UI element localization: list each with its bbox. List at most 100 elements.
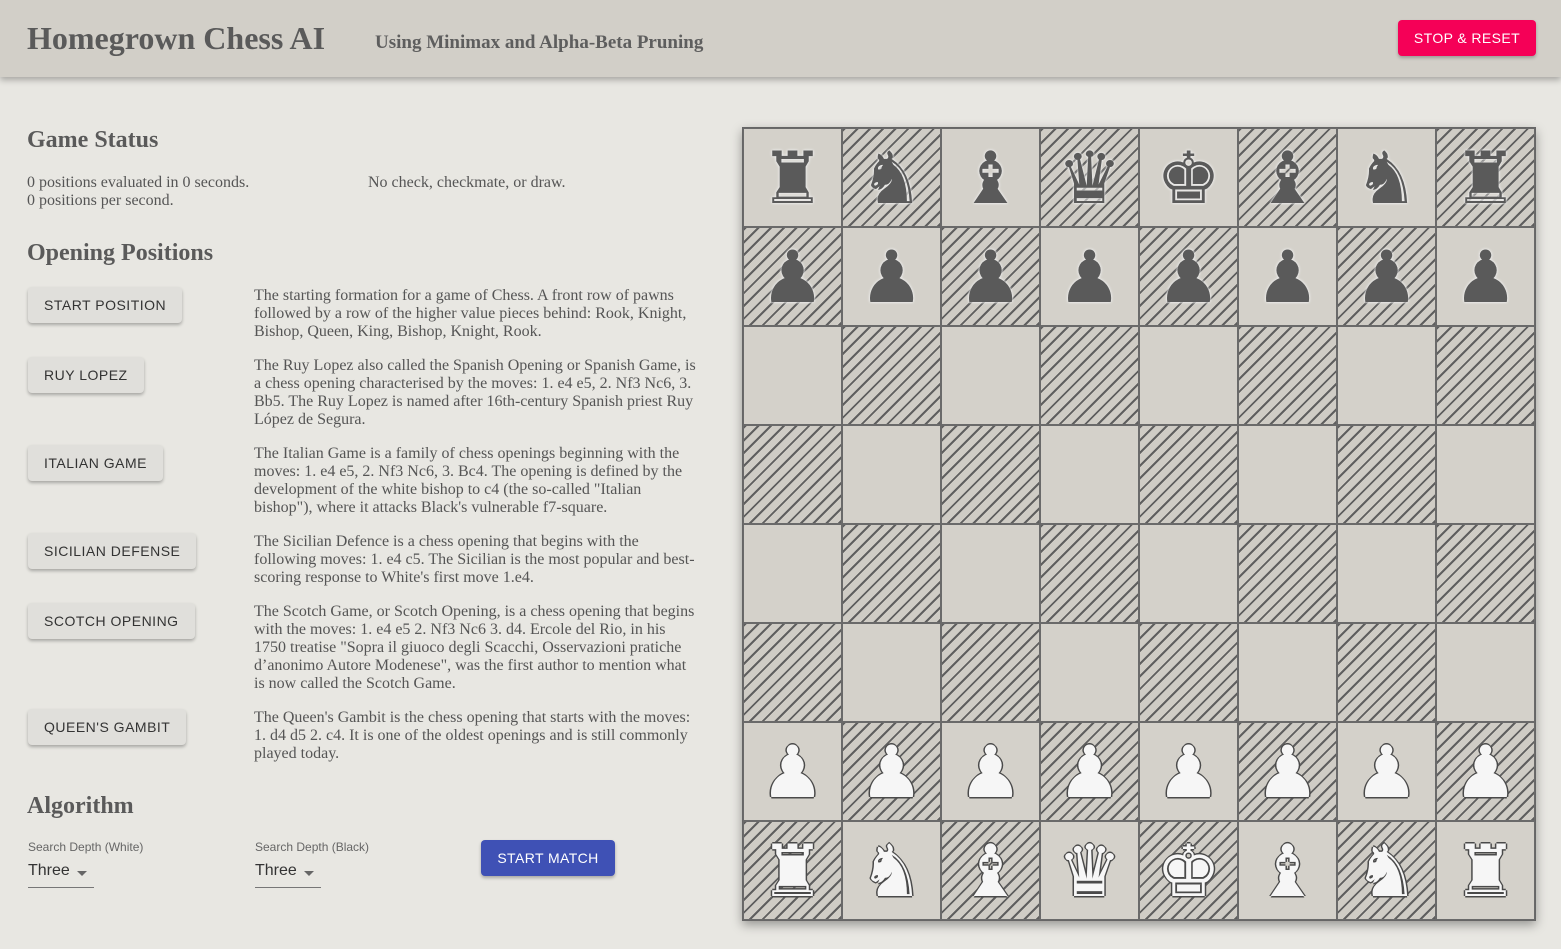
white-pawn-icon[interactable]: ♟ bbox=[958, 736, 1023, 808]
square-g1[interactable]: ♞ bbox=[1337, 821, 1436, 920]
sicilian-defense-button[interactable]: SICILIAN DEFENSE bbox=[28, 533, 197, 569]
italian-game-button[interactable]: ITALIAN GAME bbox=[28, 445, 163, 481]
ruy-lopez-button[interactable]: RUY LOPEZ bbox=[28, 357, 144, 393]
square-d2[interactable]: ♟ bbox=[1040, 722, 1139, 821]
square-f6[interactable] bbox=[1238, 326, 1337, 425]
square-b8[interactable]: ♞ bbox=[842, 128, 941, 227]
square-f8[interactable]: ♝ bbox=[1238, 128, 1337, 227]
square-b3[interactable] bbox=[842, 623, 941, 722]
white-knight-icon[interactable]: ♞ bbox=[1354, 835, 1419, 907]
white-pawn-icon[interactable]: ♟ bbox=[760, 736, 825, 808]
square-f1[interactable]: ♝ bbox=[1238, 821, 1337, 920]
square-g3[interactable] bbox=[1337, 623, 1436, 722]
white-rook-icon[interactable]: ♜ bbox=[1453, 835, 1518, 907]
square-a5[interactable] bbox=[743, 425, 842, 524]
square-h2[interactable]: ♟ bbox=[1436, 722, 1535, 821]
square-c2[interactable]: ♟ bbox=[941, 722, 1040, 821]
black-knight-icon[interactable]: ♞ bbox=[859, 142, 924, 214]
square-b6[interactable] bbox=[842, 326, 941, 425]
square-c1[interactable]: ♝ bbox=[941, 821, 1040, 920]
white-queen-icon[interactable]: ♛ bbox=[1057, 835, 1122, 907]
square-h1[interactable]: ♜ bbox=[1436, 821, 1535, 920]
square-h4[interactable] bbox=[1436, 524, 1535, 623]
square-c8[interactable]: ♝ bbox=[941, 128, 1040, 227]
black-pawn-icon[interactable]: ♟ bbox=[1057, 241, 1122, 313]
square-a3[interactable] bbox=[743, 623, 842, 722]
black-rook-icon[interactable]: ♜ bbox=[760, 142, 825, 214]
square-c5[interactable] bbox=[941, 425, 1040, 524]
start-position-button[interactable]: START POSITION bbox=[28, 287, 183, 323]
white-king-icon[interactable]: ♚ bbox=[1156, 835, 1221, 907]
square-a1[interactable]: ♜ bbox=[743, 821, 842, 920]
square-b1[interactable]: ♞ bbox=[842, 821, 941, 920]
black-pawn-icon[interactable]: ♟ bbox=[859, 241, 924, 313]
white-rook-icon[interactable]: ♜ bbox=[760, 835, 825, 907]
white-bishop-icon[interactable]: ♝ bbox=[1255, 835, 1320, 907]
square-c3[interactable] bbox=[941, 623, 1040, 722]
square-e4[interactable] bbox=[1139, 524, 1238, 623]
square-d4[interactable] bbox=[1040, 524, 1139, 623]
square-b5[interactable] bbox=[842, 425, 941, 524]
square-g7[interactable]: ♟ bbox=[1337, 227, 1436, 326]
square-a4[interactable] bbox=[743, 524, 842, 623]
square-b7[interactable]: ♟ bbox=[842, 227, 941, 326]
square-b4[interactable] bbox=[842, 524, 941, 623]
black-king-icon[interactable]: ♚ bbox=[1156, 142, 1221, 214]
square-e2[interactable]: ♟ bbox=[1139, 722, 1238, 821]
square-e1[interactable]: ♚ bbox=[1139, 821, 1238, 920]
black-pawn-icon[interactable]: ♟ bbox=[760, 241, 825, 313]
start-match-button[interactable]: START MATCH bbox=[481, 840, 615, 876]
black-knight-icon[interactable]: ♞ bbox=[1354, 142, 1419, 214]
black-bishop-icon[interactable]: ♝ bbox=[958, 142, 1023, 214]
square-d3[interactable] bbox=[1040, 623, 1139, 722]
square-g5[interactable] bbox=[1337, 425, 1436, 524]
square-g2[interactable]: ♟ bbox=[1337, 722, 1436, 821]
square-h8[interactable]: ♜ bbox=[1436, 128, 1535, 227]
square-e6[interactable] bbox=[1139, 326, 1238, 425]
white-pawn-icon[interactable]: ♟ bbox=[1156, 736, 1221, 808]
square-f4[interactable] bbox=[1238, 524, 1337, 623]
square-h6[interactable] bbox=[1436, 326, 1535, 425]
black-bishop-icon[interactable]: ♝ bbox=[1255, 142, 1320, 214]
square-d8[interactable]: ♛ bbox=[1040, 128, 1139, 227]
square-b2[interactable]: ♟ bbox=[842, 722, 941, 821]
square-e8[interactable]: ♚ bbox=[1139, 128, 1238, 227]
search-depth-black-select[interactable]: Three bbox=[255, 862, 321, 888]
square-d1[interactable]: ♛ bbox=[1040, 821, 1139, 920]
white-pawn-icon[interactable]: ♟ bbox=[1453, 736, 1518, 808]
square-c4[interactable] bbox=[941, 524, 1040, 623]
square-f3[interactable] bbox=[1238, 623, 1337, 722]
queens-gambit-button[interactable]: QUEEN'S GAMBIT bbox=[28, 709, 187, 745]
black-pawn-icon[interactable]: ♟ bbox=[1255, 241, 1320, 313]
square-e5[interactable] bbox=[1139, 425, 1238, 524]
square-a2[interactable]: ♟ bbox=[743, 722, 842, 821]
stop-reset-button[interactable]: STOP & RESET bbox=[1398, 20, 1536, 56]
square-g8[interactable]: ♞ bbox=[1337, 128, 1436, 227]
square-d5[interactable] bbox=[1040, 425, 1139, 524]
black-rook-icon[interactable]: ♜ bbox=[1453, 142, 1518, 214]
square-f5[interactable] bbox=[1238, 425, 1337, 524]
white-bishop-icon[interactable]: ♝ bbox=[958, 835, 1023, 907]
white-pawn-icon[interactable]: ♟ bbox=[1354, 736, 1419, 808]
white-pawn-icon[interactable]: ♟ bbox=[859, 736, 924, 808]
square-f2[interactable]: ♟ bbox=[1238, 722, 1337, 821]
square-a8[interactable]: ♜ bbox=[743, 128, 842, 227]
square-g4[interactable] bbox=[1337, 524, 1436, 623]
square-h3[interactable] bbox=[1436, 623, 1535, 722]
square-e7[interactable]: ♟ bbox=[1139, 227, 1238, 326]
white-pawn-icon[interactable]: ♟ bbox=[1255, 736, 1320, 808]
square-c6[interactable] bbox=[941, 326, 1040, 425]
white-pawn-icon[interactable]: ♟ bbox=[1057, 736, 1122, 808]
scotch-opening-button[interactable]: SCOTCH OPENING bbox=[28, 603, 195, 639]
search-depth-white-select[interactable]: Three bbox=[28, 862, 94, 888]
black-pawn-icon[interactable]: ♟ bbox=[958, 241, 1023, 313]
black-queen-icon[interactable]: ♛ bbox=[1057, 142, 1122, 214]
square-a7[interactable]: ♟ bbox=[743, 227, 842, 326]
square-g6[interactable] bbox=[1337, 326, 1436, 425]
square-d7[interactable]: ♟ bbox=[1040, 227, 1139, 326]
square-h7[interactable]: ♟ bbox=[1436, 227, 1535, 326]
black-pawn-icon[interactable]: ♟ bbox=[1156, 241, 1221, 313]
square-c7[interactable]: ♟ bbox=[941, 227, 1040, 326]
white-knight-icon[interactable]: ♞ bbox=[859, 835, 924, 907]
square-e3[interactable] bbox=[1139, 623, 1238, 722]
